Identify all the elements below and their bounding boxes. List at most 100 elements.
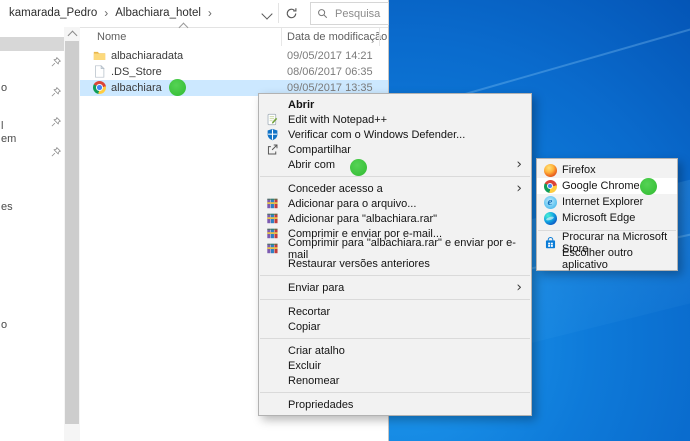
store-icon [543, 236, 557, 250]
menu-item-edit-with-notepad[interactable]: Edit with Notepad++ [259, 112, 531, 127]
menu-separator [260, 176, 530, 177]
submenu-arrow-icon: › [516, 157, 522, 171]
menu-separator [260, 275, 530, 276]
menu-item-abrir[interactable]: Abrir [259, 97, 531, 112]
menu-item-label: Escolher outro aplicativo [562, 247, 677, 271]
menu-item-label: Propriedades [288, 399, 353, 411]
nav-item-label-fragment[interactable]: o [1, 319, 7, 331]
notepadpp-icon [265, 113, 279, 127]
annotation-dot-file [169, 79, 186, 96]
menu-item-adicionar-para-o-arquivo[interactable]: Adicionar para o arquivo... [259, 196, 531, 211]
menu-item-label: Renomear [288, 375, 339, 387]
file-row-ds-store[interactable]: .DS_Store 08/06/2017 06:35 [80, 64, 388, 80]
firefox-icon [543, 163, 557, 177]
scroll-up-icon[interactable] [67, 31, 77, 41]
share-icon [265, 143, 279, 157]
nav-scrollbar[interactable] [64, 27, 80, 441]
open-with-submenu: Firefox Google Chrome e Internet Explorer Mi… [536, 158, 678, 271]
menu-item-adicionar-para-albachiara-rar[interactable]: Adicionar para "albachiara.rar" [259, 211, 531, 226]
menu-item-conceder-acesso-a[interactable]: Conceder acesso a › [259, 181, 531, 196]
chrome-icon [543, 179, 557, 193]
menu-item-compartilhar[interactable]: Compartilhar [259, 142, 531, 157]
menu-item-label: Edit with Notepad++ [288, 114, 387, 126]
annotation-dot-chrome [640, 178, 657, 195]
menu-item-label: Enviar para [288, 282, 344, 294]
search-input[interactable] [333, 7, 383, 21]
menu-item-label: Verificar com o Windows Defender... [288, 129, 465, 141]
menu-item-copiar[interactable]: Copiar [259, 319, 531, 334]
menu-separator [260, 338, 530, 339]
menu-item-label: Google Chrome [562, 180, 640, 192]
nav-item-label-fragment[interactable]: l [1, 120, 3, 132]
nav-selected-item[interactable] [0, 37, 64, 51]
file-icon [93, 65, 106, 78]
menu-item-label: Compartilhar [288, 144, 351, 156]
refresh-icon[interactable] [285, 7, 298, 20]
menu-item-renomear[interactable]: Renomear [259, 373, 531, 388]
annotation-dot-open-with [350, 159, 367, 176]
pin-icon[interactable] [50, 85, 62, 97]
breadcrumb: kamarada_Pedro › Albachiara_hotel › [9, 0, 212, 26]
menu-item-label: Abrir [288, 99, 314, 111]
menu-item-label: Adicionar para "albachiara.rar" [288, 213, 437, 225]
menu-item-enviar-para[interactable]: Enviar para › [259, 280, 531, 295]
menu-item-recortar[interactable]: Recortar [259, 304, 531, 319]
search-box[interactable] [310, 2, 389, 25]
nav-item-label-fragment[interactable]: es [1, 201, 13, 213]
screenshot-root: kamarada_Pedro › Albachiara_hotel › [0, 0, 690, 441]
breadcrumb-segment[interactable]: kamarada_Pedro [9, 7, 97, 19]
submenu-arrow-icon: › [516, 280, 522, 294]
menu-item-excluir[interactable]: Excluir [259, 358, 531, 373]
menu-item-label: Abrir com [288, 159, 335, 171]
column-divider[interactable] [281, 28, 282, 46]
menu-item-abrir-com[interactable]: Abrir com › [259, 157, 531, 172]
menu-item-label: Copiar [288, 321, 320, 333]
file-name: .DS_Store [111, 66, 162, 78]
scrollbar-thumb[interactable] [65, 41, 79, 424]
winrar-icon [265, 197, 279, 211]
ie-icon: e [543, 195, 557, 209]
menu-item-microsoft-edge[interactable]: Microsoft Edge [537, 210, 677, 226]
menu-item-label: Conceder acesso a [288, 183, 383, 195]
file-date: 09/05/2017 14:21 [287, 50, 373, 62]
winrar-icon [265, 227, 279, 241]
menu-item-label: Firefox [562, 164, 596, 176]
column-divider[interactable] [379, 28, 380, 46]
defender-icon [265, 128, 279, 142]
menu-separator [260, 392, 530, 393]
file-date: 08/06/2017 06:35 [287, 66, 373, 78]
menu-item-criar-atalho[interactable]: Criar atalho [259, 343, 531, 358]
column-header-name[interactable]: Nome [97, 31, 126, 43]
pin-icon[interactable] [50, 115, 62, 127]
breadcrumb-segment[interactable]: Albachiara_hotel [115, 7, 201, 19]
menu-item-comprimir-para-albachiara-rar-e-enviar-por-e-mail[interactable]: Comprimir para "albachiara.rar" e enviar… [259, 241, 531, 256]
file-name: albachiara [111, 82, 162, 94]
address-dropdown-chevron-icon[interactable] [261, 8, 272, 19]
column-header-date[interactable]: Data de modificação [287, 31, 387, 43]
chrome-icon [93, 81, 106, 94]
menu-item-restaurar-vers-es-anteriores[interactable]: Restaurar versões anteriores [259, 256, 531, 271]
pin-icon[interactable] [50, 145, 62, 157]
menu-item-internet-explorer[interactable]: e Internet Explorer [537, 194, 677, 210]
nav-item-label-fragment[interactable]: em [1, 133, 16, 145]
folder-icon [93, 49, 106, 62]
file-list-header: Nome Data de modificação [80, 27, 388, 47]
edge-icon [543, 211, 557, 225]
menu-item-propriedades[interactable]: Propriedades [259, 397, 531, 412]
search-icon [317, 8, 328, 19]
winrar-icon [265, 212, 279, 226]
menu-item-verificar-com-o-windows-defender[interactable]: Verificar com o Windows Defender... [259, 127, 531, 142]
menu-separator [260, 299, 530, 300]
menu-item-firefox[interactable]: Firefox [537, 162, 677, 178]
menu-item-label: Restaurar versões anteriores [288, 258, 430, 270]
submenu-arrow-icon: › [516, 181, 522, 195]
pin-icon[interactable] [50, 55, 62, 67]
file-row-albachiaradata[interactable]: albachiaradata 09/05/2017 14:21 [80, 48, 388, 64]
nav-item-label-fragment[interactable]: o [1, 82, 7, 94]
navigation-pane: o lem es o [0, 27, 64, 441]
file-name: albachiaradata [111, 50, 183, 62]
menu-item-escolher-outro-aplicativo[interactable]: Escolher outro aplicativo [537, 251, 677, 267]
menu-item-label: Microsoft Edge [562, 212, 635, 224]
menu-item-label: Internet Explorer [562, 196, 643, 208]
menu-item-label: Adicionar para o arquivo... [288, 198, 416, 210]
